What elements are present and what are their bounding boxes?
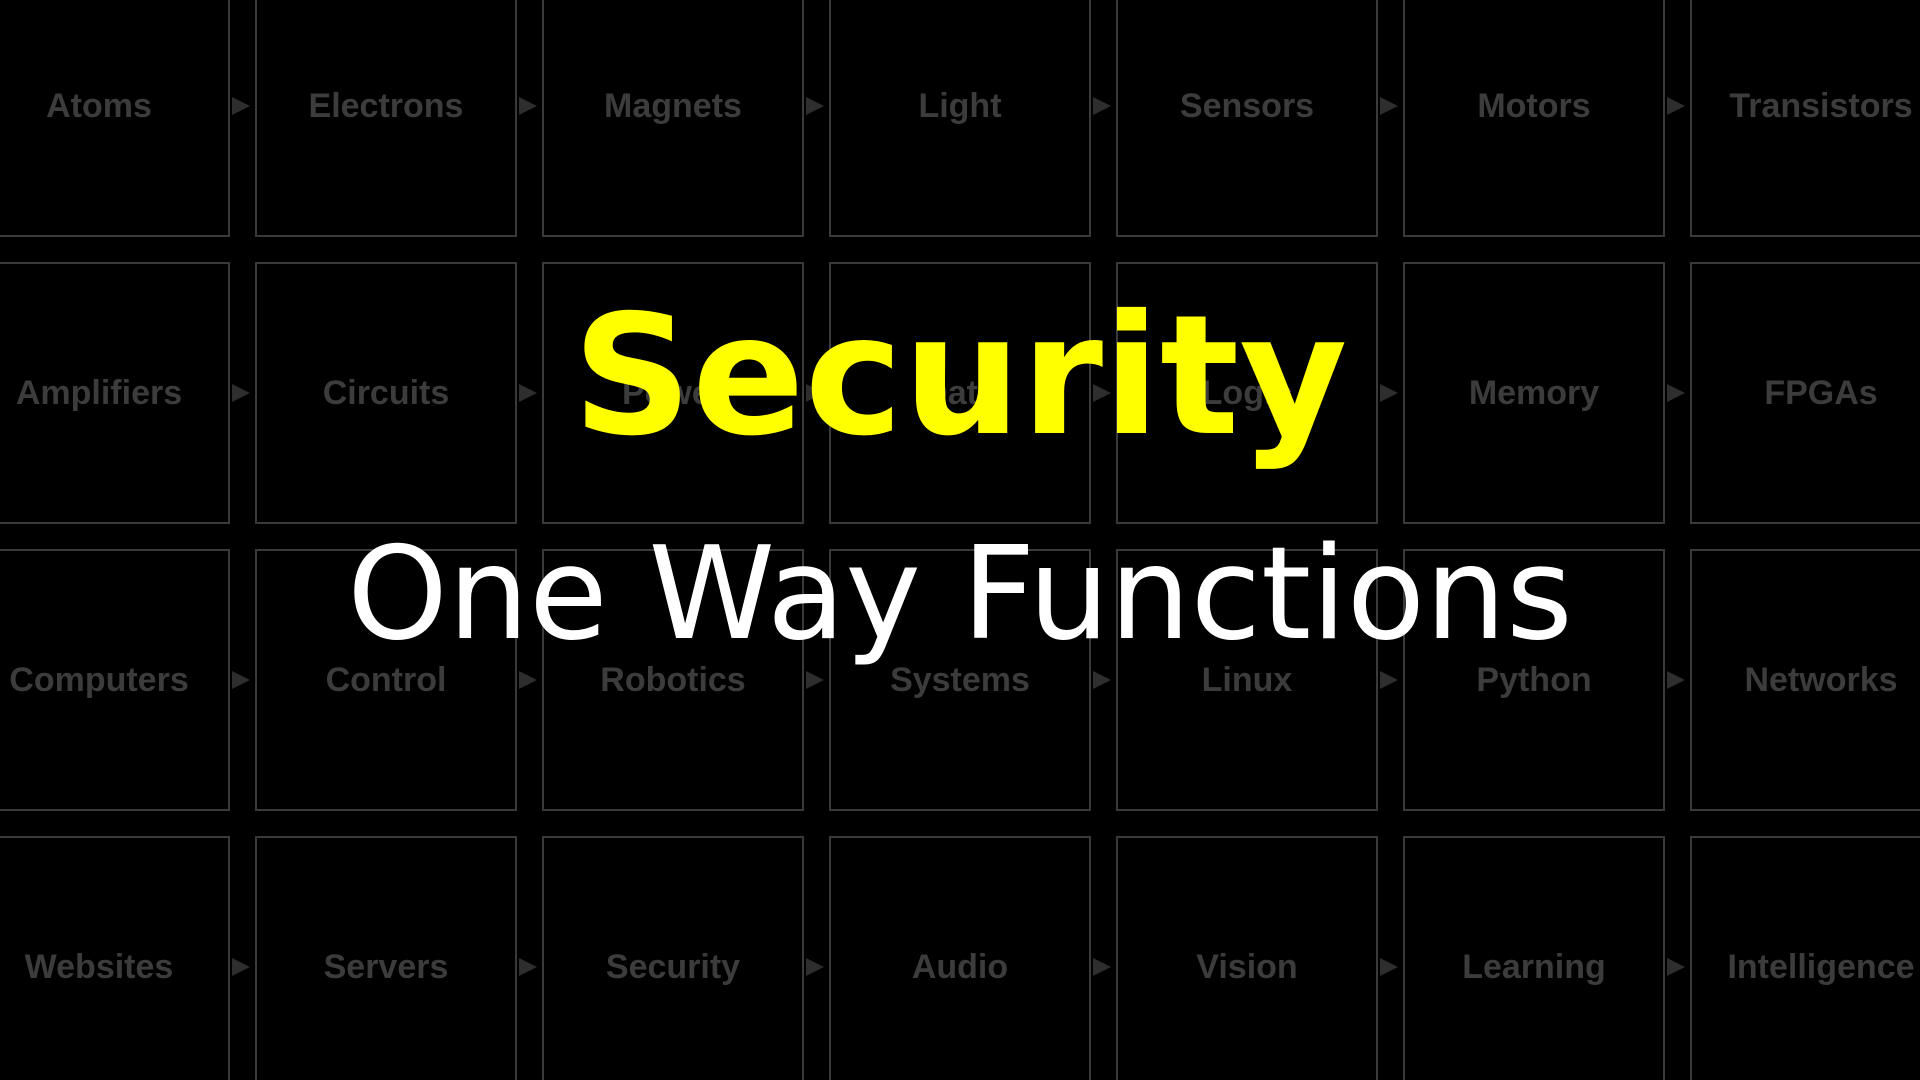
arrow-right-icon: [1667, 97, 1685, 115]
topic-tile-label: Intelligence: [1727, 947, 1915, 986]
topic-tile: Electrons: [255, 0, 517, 237]
arrow-right-icon: [1093, 671, 1111, 689]
arrow-right-icon: [1093, 958, 1111, 976]
topic-tile: Audio: [829, 836, 1091, 1080]
topic-tile-label: Electrons: [308, 86, 464, 125]
topic-tile: Vision: [1116, 836, 1378, 1080]
arrow-right-icon: [232, 97, 250, 115]
topic-tile: Intelligence: [1690, 836, 1920, 1080]
arrow-right-icon: [1667, 958, 1685, 976]
arrow-right-icon: [232, 958, 250, 976]
topic-tile-label: Servers: [323, 947, 449, 986]
arrow-right-icon: [232, 671, 250, 689]
topic-tile: Atoms: [0, 0, 230, 237]
topic-tile-label: Learning: [1462, 947, 1606, 986]
arrow-right-icon: [519, 97, 537, 115]
arrow-right-icon: [1667, 671, 1685, 689]
topic-tile: Servers: [255, 836, 517, 1080]
topic-tile-label: Websites: [24, 947, 174, 986]
topic-tile: Motors: [1403, 0, 1665, 237]
topic-tile-label: Audio: [911, 947, 1009, 986]
topic-tile: Learning: [1403, 836, 1665, 1080]
topic-tile-label: Atoms: [46, 86, 152, 125]
topic-tile-label: Vision: [1196, 947, 1298, 986]
arrow-right-icon: [806, 97, 824, 115]
topic-tile-label: Magnets: [604, 86, 742, 125]
topic-tile-label: Transistors: [1729, 86, 1913, 125]
topic-tile: Security: [542, 836, 804, 1080]
arrow-right-icon: [1093, 97, 1111, 115]
arrow-right-icon: [1380, 671, 1398, 689]
arrow-right-icon: [519, 671, 537, 689]
topic-tile: Magnets: [542, 0, 804, 237]
topic-tile-label: Security: [605, 947, 741, 986]
arrow-right-icon: [1380, 958, 1398, 976]
arrow-right-icon: [1380, 97, 1398, 115]
topic-tile-label: Motors: [1477, 86, 1591, 125]
slide-title: Security: [572, 280, 1348, 473]
topic-tile-label: Sensors: [1179, 86, 1315, 125]
topic-tile: Light: [829, 0, 1091, 237]
arrow-right-icon: [806, 958, 824, 976]
topic-tile-label: Light: [918, 86, 1002, 125]
topic-tile: Sensors: [1116, 0, 1378, 237]
topic-tile: Websites: [0, 836, 230, 1080]
arrow-right-icon: [519, 958, 537, 976]
topic-tile: Transistors: [1690, 0, 1920, 237]
arrow-right-icon: [806, 671, 824, 689]
slide: Atoms Electrons Magnets Light Sensors Motors T…: [0, 0, 1920, 1080]
slide-subtitle: One Way Functions: [347, 520, 1573, 669]
